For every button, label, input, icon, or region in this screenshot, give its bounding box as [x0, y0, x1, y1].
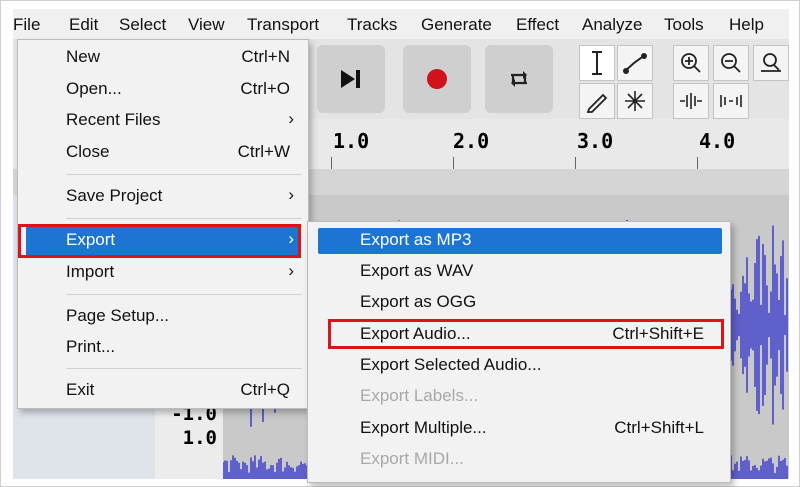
- menu-edit[interactable]: Edit: [69, 15, 98, 35]
- menu-separator: [66, 368, 302, 369]
- menu-generate[interactable]: Generate: [421, 15, 492, 35]
- scale-label-max: 1.0: [182, 427, 217, 449]
- envelope-tool-icon: [623, 53, 647, 74]
- menu-tools[interactable]: Tools: [664, 15, 704, 35]
- menu-file[interactable]: File: [13, 15, 40, 35]
- menu-separator: [66, 174, 302, 175]
- shortcut-label: Ctrl+Q: [240, 380, 290, 399]
- ruler-tick: [697, 157, 698, 169]
- record-icon: [427, 69, 447, 89]
- menu-item-label: New: [66, 47, 101, 66]
- menu-item-label: Export as MP3: [360, 230, 472, 249]
- file-import-item[interactable]: Import ›: [26, 259, 300, 287]
- menu-view[interactable]: View: [188, 15, 225, 35]
- audacity-window: File Edit Select View Transport Tracks G…: [0, 0, 800, 487]
- zoom-fit-icon: [761, 53, 781, 72]
- file-save-project-item[interactable]: Save Project ›: [26, 183, 300, 211]
- menu-item-label: Page Setup...: [66, 306, 170, 325]
- menu-item-label: Export Multiple...: [360, 418, 487, 437]
- menu-transport[interactable]: Transport: [247, 15, 319, 35]
- export-audio-item[interactable]: Export Audio... Ctrl+Shift+E: [318, 322, 722, 348]
- menu-item-label: Import: [66, 262, 115, 281]
- multi-tool-icon: [625, 91, 645, 111]
- menu-item-label: Exit: [66, 380, 95, 399]
- export-wav-item[interactable]: Export as WAV: [318, 259, 722, 285]
- trim-outside-icon: [680, 93, 702, 109]
- file-new-item[interactable]: New Ctrl+N: [26, 44, 300, 72]
- menu-item-label: Export as WAV: [360, 261, 474, 280]
- shortcut-label: Ctrl+W: [237, 142, 290, 161]
- shortcut-label: Ctrl+O: [240, 79, 290, 98]
- menu-separator: [66, 218, 302, 219]
- submenu-arrow-icon: ›: [288, 261, 294, 280]
- menu-item-label: Export Audio...: [360, 324, 471, 343]
- shortcut-label: Ctrl+Shift+E: [612, 324, 704, 343]
- ruler-tick: [575, 157, 576, 169]
- loop-button[interactable]: [485, 45, 553, 113]
- menu-help[interactable]: Help: [729, 15, 764, 35]
- file-close-item[interactable]: Close Ctrl+W: [26, 139, 300, 167]
- export-selected-audio-item[interactable]: Export Selected Audio...: [318, 353, 722, 379]
- multi-tool[interactable]: [617, 83, 653, 119]
- selection-tool-icon: [592, 51, 602, 75]
- menu-item-label: Open...: [66, 79, 122, 98]
- ruler-tick: [453, 157, 454, 169]
- zoom-fit-tool[interactable]: [753, 45, 789, 81]
- ruler-label: 2.0: [453, 129, 490, 153]
- shortcut-label: Ctrl+Shift+L: [614, 418, 704, 437]
- file-open-item[interactable]: Open... Ctrl+O: [26, 76, 300, 104]
- selection-tool[interactable]: [579, 45, 615, 81]
- zoom-out-icon: [721, 53, 741, 73]
- menu-item-label: Close: [66, 142, 110, 161]
- export-multiple-item[interactable]: Export Multiple... Ctrl+Shift+L: [318, 416, 722, 442]
- file-page-setup-item[interactable]: Page Setup...: [26, 303, 300, 331]
- menu-tracks[interactable]: Tracks: [347, 15, 397, 35]
- menu-item-label: Export MIDI...: [360, 449, 464, 468]
- export-midi-item: Export MIDI...: [318, 447, 722, 473]
- envelope-tool[interactable]: [617, 45, 653, 81]
- menu-item-label: Export Labels...: [360, 386, 479, 405]
- menu-separator: [66, 294, 302, 295]
- silence-selection-icon: [720, 95, 742, 107]
- shortcut-label: Ctrl+N: [241, 47, 290, 66]
- silence-selection-tool[interactable]: [713, 83, 749, 119]
- record-button[interactable]: [403, 45, 471, 113]
- menu-effect[interactable]: Effect: [516, 15, 559, 35]
- draw-tool-icon: [586, 93, 608, 113]
- menu-analyze[interactable]: Analyze: [582, 15, 642, 35]
- export-labels-item: Export Labels...: [318, 384, 722, 410]
- menu-item-label: Print...: [66, 337, 116, 356]
- skip-to-end-button[interactable]: [317, 45, 385, 113]
- file-recent-files-item[interactable]: Recent Files ›: [26, 107, 300, 135]
- export-mp3-item[interactable]: Export as MP3: [318, 228, 722, 254]
- menu-item-label: Export: [66, 230, 116, 249]
- export-submenu: Export as MP3 Export as WAV Export as OG…: [307, 221, 731, 483]
- draw-tool[interactable]: [579, 83, 615, 119]
- file-exit-item[interactable]: Exit Ctrl+Q: [26, 377, 300, 405]
- menu-select[interactable]: Select: [119, 15, 166, 35]
- ruler-label: 1.0: [333, 129, 370, 153]
- file-export-item[interactable]: Export ›: [26, 227, 300, 255]
- loop-icon: [511, 71, 527, 87]
- export-ogg-item[interactable]: Export as OGG: [318, 290, 722, 316]
- submenu-arrow-icon: ›: [288, 185, 294, 204]
- menu-bar: File Edit Select View Transport Tracks G…: [13, 9, 789, 39]
- zoom-in-icon: [681, 53, 701, 73]
- trim-outside-tool[interactable]: [673, 83, 709, 119]
- menu-item-label: Export as OGG: [360, 292, 477, 311]
- file-print-item[interactable]: Print...: [26, 334, 300, 362]
- zoom-out-tool[interactable]: [713, 45, 749, 81]
- submenu-arrow-icon: ›: [288, 109, 294, 128]
- zoom-in-tool[interactable]: [673, 45, 709, 81]
- ruler-label: 3.0: [577, 129, 614, 153]
- menu-item-label: Save Project: [66, 186, 163, 205]
- ruler-label: 4.0: [699, 129, 736, 153]
- skip-to-end-icon: [341, 70, 360, 88]
- ruler-tick: [331, 157, 332, 169]
- menu-item-label: Export Selected Audio...: [360, 355, 542, 374]
- submenu-arrow-icon: ›: [288, 229, 294, 248]
- file-menu: New Ctrl+N Open... Ctrl+O Recent Files ›…: [17, 39, 309, 409]
- menu-item-label: Recent Files: [66, 110, 161, 129]
